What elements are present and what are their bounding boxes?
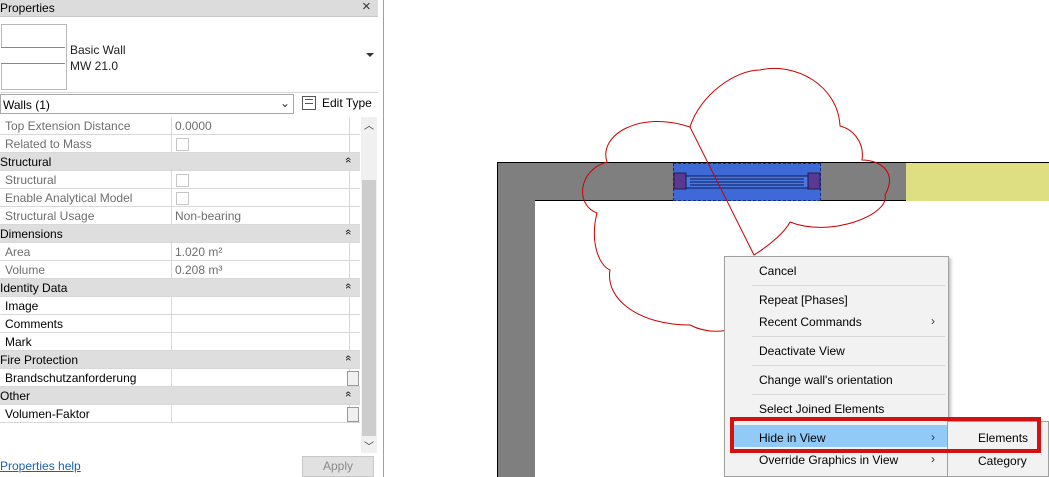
submenu-item-category[interactable]: Category xyxy=(978,454,1027,468)
menu-separator xyxy=(752,365,945,366)
menu-item-recent-commands[interactable]: Recent Commands xyxy=(759,315,862,329)
menu-item-cancel[interactable]: Cancel xyxy=(759,264,796,278)
callout-highlight-box xyxy=(730,417,1041,453)
menu-item-deactivate-view[interactable]: Deactivate View xyxy=(759,344,845,358)
window-detail xyxy=(673,172,821,190)
menu-separator xyxy=(752,336,945,337)
submenu-arrow-icon: › xyxy=(931,452,935,466)
menu-item-change-orientation[interactable]: Change wall's orientation xyxy=(759,373,893,387)
menu-item-repeat[interactable]: Repeat [Phases] xyxy=(759,293,848,307)
menu-item-override-graphics[interactable]: Override Graphics in View xyxy=(759,453,898,467)
menu-separator xyxy=(752,285,945,286)
menu-item-select-joined[interactable]: Select Joined Elements xyxy=(759,402,884,416)
menu-separator xyxy=(752,394,945,395)
submenu-arrow-icon: › xyxy=(931,314,935,328)
